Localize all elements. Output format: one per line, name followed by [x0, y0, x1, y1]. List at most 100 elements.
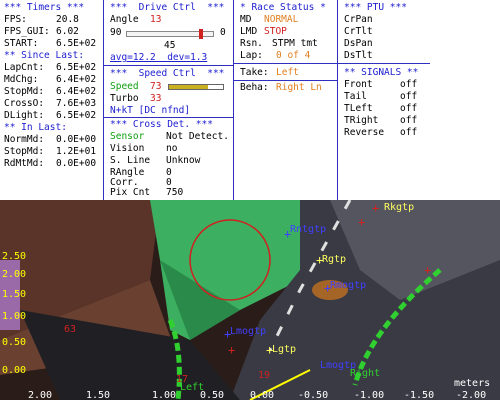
dlight-label: DLight:	[4, 110, 45, 121]
y-tick-label: 1.00	[2, 311, 26, 322]
turbo-value: 33	[150, 93, 162, 104]
take-value: Left	[276, 67, 299, 78]
y-tick-label: 1.50	[2, 289, 26, 300]
lmd-value: STOP	[264, 26, 287, 37]
marker-label: Lmogtp	[230, 326, 266, 337]
marker-cross-icon: +	[228, 343, 235, 357]
divider	[234, 63, 337, 64]
speed-value: 73	[150, 81, 162, 92]
rsn-value: STPM tmt	[272, 38, 318, 49]
speed-label: Speed	[110, 81, 139, 92]
marker-cross-icon: +	[324, 281, 331, 295]
fpsgui-value: 6.02	[56, 26, 79, 37]
divider	[338, 63, 430, 64]
x-tick-label: -1.50	[404, 390, 434, 400]
marker-label: Lgtp	[272, 344, 296, 355]
status-panel: *** Timers *** FPS: 20.8 FPS_GUI: 6.02 S…	[0, 0, 500, 200]
sline-label: S. Line	[110, 155, 151, 166]
units-label: meters	[454, 378, 490, 389]
slider-max-label: 0	[220, 27, 226, 38]
y-tick-label: 0.00	[2, 365, 26, 376]
x-tick-label: -0.50	[298, 390, 328, 400]
y-tick-label: 2.50	[2, 251, 26, 262]
signal-state: off	[400, 103, 418, 114]
start-value: 6.5E+02	[56, 38, 97, 49]
lmd-label: LMD	[240, 26, 258, 37]
signal-state: off	[400, 115, 418, 126]
stopmd2-value: 1.2E+01	[56, 146, 97, 157]
signal-state: off	[400, 79, 418, 90]
crosso-value: 7.6E+03	[56, 98, 97, 109]
mdchg-value: 6.4E+02	[56, 74, 97, 85]
marker-label: Rntgtp	[290, 224, 326, 235]
md-label: MD	[240, 14, 252, 25]
sline-value: Unknow	[166, 155, 201, 166]
in-last-title: ** In Last:	[4, 122, 67, 133]
pix-label: Pix Cnt	[110, 187, 151, 198]
cross-det-title: *** Cross Det. ***	[110, 119, 213, 130]
speed-bar	[168, 84, 224, 90]
divider	[234, 80, 337, 81]
race-status-column: * Race Status * MD NORMAL LMD STOP Rsn. …	[234, 0, 338, 200]
vision-label: Vision	[110, 143, 145, 154]
fpsgui-label: FPS_GUI:	[4, 26, 50, 37]
camera-view: 2.50 2.00 1.50 1.00 0.50 0.00 2.00 1.50 …	[0, 200, 500, 400]
ptu-column: *** PTU *** CrPan CrTlt DsPan DsTlt ** S…	[338, 0, 500, 200]
center-value: 45	[164, 40, 176, 51]
divider	[104, 117, 233, 118]
speed-ctrl-title: *** Speed Ctrl ***	[110, 68, 225, 79]
signal-state: off	[400, 91, 418, 102]
signal-name: TRight	[344, 115, 379, 126]
race-status-title: * Race Status *	[240, 2, 326, 13]
rdmtmd-value: 0.0E+00	[56, 158, 97, 169]
sensor-label: Sensor	[110, 131, 145, 142]
marker-label: 19	[258, 370, 270, 381]
marker-label: Rgtp	[322, 254, 346, 265]
x-tick-label: 0.00	[250, 390, 274, 400]
marker-cross-icon: +	[266, 343, 273, 357]
stopmd-value: 6.4E+02	[56, 86, 97, 97]
marker-label: Right	[350, 368, 380, 379]
x-tick-label: 1.50	[86, 390, 110, 400]
signal-name: TLeft	[344, 103, 373, 114]
fps-value: 20.8	[56, 14, 79, 25]
x-tick-label: -1.00	[354, 390, 384, 400]
angle-avg-dev: avg=12.2 dev=1.3	[110, 52, 208, 63]
md-value: NORMAL	[264, 14, 299, 25]
marker-label: Rkgtp	[384, 202, 414, 213]
angle-slider-thumb[interactable]	[199, 29, 204, 39]
angle-slider[interactable]	[126, 29, 214, 39]
turbo-label: Turbo	[110, 93, 139, 104]
normmd-label: NormMd:	[4, 134, 45, 145]
stopmd2-label: StopMd:	[4, 146, 45, 157]
marker-label: 63	[64, 324, 76, 335]
nkt-status: N+kT [DC nfnd]	[110, 105, 191, 116]
lap-value: 0 of 4	[276, 50, 311, 61]
sensor-value: Not Detect.	[166, 131, 229, 142]
x-tick-label: 2.00	[28, 390, 52, 400]
pix-value: 750	[166, 187, 184, 198]
drive-column: *** Drive Ctrl *** Angle 13 90 0 45 avg=…	[104, 0, 234, 200]
start-label: START:	[4, 38, 39, 49]
ptu-item: CrPan	[344, 14, 373, 25]
marker-cross-icon: +	[372, 201, 379, 215]
marker-label: 17	[176, 374, 188, 385]
take-label: Take:	[240, 67, 269, 78]
ptu-title: *** PTU ***	[344, 2, 407, 13]
mdchg-label: MdChg:	[4, 74, 39, 85]
ptu-item: CrTlt	[344, 26, 373, 37]
timers-title: *** Timers ***	[4, 2, 85, 13]
beha-value: Right Ln	[276, 82, 322, 93]
lap-label: Lap:	[240, 50, 263, 61]
marker-label: Rmogtp	[330, 280, 366, 291]
stopmd-label: StopMd:	[4, 86, 45, 97]
since-last-title: ** Since Last:	[4, 50, 85, 61]
angle-value: 13	[150, 14, 162, 25]
rdmtmd-label: RdMtMd:	[4, 158, 45, 169]
rsn-label: Rsn.	[240, 38, 263, 49]
marker-cross-icon: +	[224, 327, 231, 341]
signal-name: Front	[344, 79, 373, 90]
marker-cross-icon: +	[424, 263, 431, 277]
ptu-item: DsTlt	[344, 50, 373, 61]
y-tick-label: 0.50	[2, 337, 26, 348]
